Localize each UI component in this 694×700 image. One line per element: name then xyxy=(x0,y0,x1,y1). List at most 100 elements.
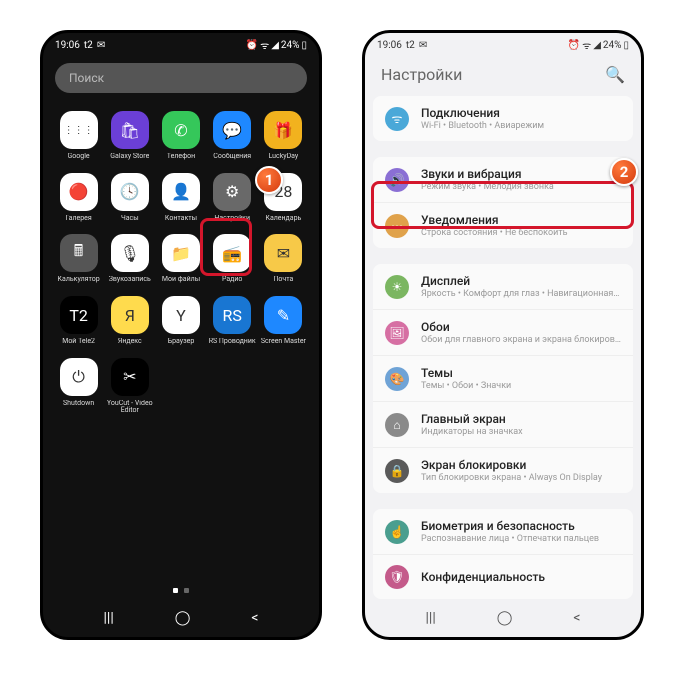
app-контакты[interactable]: 👤Контакты xyxy=(157,173,204,223)
callout-1: 1 xyxy=(255,166,283,194)
home-button[interactable]: ◯ xyxy=(175,610,191,626)
battery-icon: ▯ xyxy=(301,40,307,51)
app-icon: ✎ xyxy=(264,296,302,334)
settings-item-name: Обои xyxy=(421,320,621,334)
app-настройки[interactable]: ⚙Настройки xyxy=(209,173,256,223)
settings-item-name: Биометрия и безопасность xyxy=(421,519,621,533)
app-галерея[interactable]: 🔴 Галерея xyxy=(55,173,102,223)
app-label: Shutdown xyxy=(63,400,94,408)
search-icon[interactable]: 🔍 xyxy=(605,65,625,84)
alarm-icon: ⏰ xyxy=(568,40,580,51)
settings-item-sub: Распознавание лица • Отпечатки пальцев xyxy=(421,534,621,544)
settings-item-sub: Яркость • Комфорт для глаз • Навигационн… xyxy=(421,289,621,299)
app-icon: 🎙 xyxy=(111,234,149,272)
status-bar: 19:06 t2 ✉ ⏰ ᯤ ◢ 24% ▯ xyxy=(43,33,319,57)
settings-item-icon: 🔊 xyxy=(385,168,409,192)
app-icon: T2 xyxy=(60,296,98,334)
app-luckyday[interactable]: 🎁LuckyDay xyxy=(260,111,307,161)
app-браузер[interactable]: YБраузер xyxy=(157,296,204,346)
app-label: RS Проводник xyxy=(209,338,256,346)
wifi-icon: ᯤ xyxy=(582,38,591,52)
home-button[interactable]: ◯ xyxy=(497,610,513,626)
app-сообщения[interactable]: 💬Сообщения xyxy=(209,111,256,161)
app-icon: ✉ xyxy=(264,234,302,272)
app-youcut---video-editor[interactable]: ✂ YouCut - Video Editor xyxy=(106,358,153,415)
app-icon: 📻 xyxy=(213,234,251,272)
app-label: Мой Tele2 xyxy=(62,338,95,346)
app-icon: 💬 xyxy=(213,111,251,149)
settings-item-темы[interactable]: 🎨ТемыТемы • Обои • Значки xyxy=(373,355,633,401)
settings-header: Настройки 🔍 xyxy=(365,57,641,96)
app-icon: RS xyxy=(213,296,251,334)
app-label: Яндекс xyxy=(118,338,142,346)
app-label: Галерея xyxy=(65,215,91,223)
app-icon: 🕓 xyxy=(111,173,149,211)
app-телефон[interactable]: ✆Телефон xyxy=(157,111,204,161)
app-icon: 🖩 xyxy=(60,234,98,272)
app-icon: ⏻ xyxy=(60,358,98,396)
page-indicator xyxy=(43,588,319,593)
app-почта[interactable]: ✉Почта xyxy=(260,234,307,284)
settings-item-sub: Wi-Fi • Bluetooth • Авиарежим xyxy=(421,121,621,131)
app-калькулятор[interactable]: 🖩Калькулятор xyxy=(55,234,102,284)
app-google[interactable]: ⋮⋮⋮Google xyxy=(55,111,102,161)
app-мой-tele2[interactable]: T2 Мой Tele2 xyxy=(55,296,102,346)
app-icon: Я xyxy=(111,296,149,334)
settings-item-sub: Строка состояния • Не беспокоить xyxy=(421,228,621,238)
recents-button[interactable]: ||| xyxy=(103,610,113,626)
search-input[interactable]: Поиск xyxy=(55,63,307,93)
back-button[interactable]: < xyxy=(251,610,258,626)
settings-item-уведомления[interactable]: ⋯УведомленияСтрока состояния • Не беспок… xyxy=(373,202,633,248)
signal-icon: ◢ xyxy=(593,40,601,51)
app-label: Мои файлы xyxy=(162,276,200,284)
app-радио[interactable]: 📻Радио xyxy=(209,234,256,284)
app-мои-файлы[interactable]: 📁Мои файлы xyxy=(157,234,204,284)
dot xyxy=(184,588,189,593)
settings-item-name: Экран блокировки xyxy=(421,458,621,472)
app-часы[interactable]: 🕓Часы xyxy=(106,173,153,223)
phone-home-screen: 19:06 t2 ✉ ⏰ ᯤ ◢ 24% ▯ Поиск ⋮⋮⋮Google🛍 G… xyxy=(40,30,322,640)
status-time: 19:06 xyxy=(377,40,402,51)
settings-item-icon: 🎨 xyxy=(385,367,409,391)
app-icon: ✂ xyxy=(111,358,149,396)
app-rs-проводник[interactable]: RS RS Проводник xyxy=(209,296,256,346)
app-icon: Y xyxy=(162,296,200,334)
status-carrier: t2 xyxy=(84,40,93,51)
app-label: YouCut - Video Editor xyxy=(106,400,153,415)
settings-item-главный-экран[interactable]: ⌂Главный экранИндикаторы на значках xyxy=(373,401,633,447)
app-galaxy-store[interactable]: 🛍 Galaxy Store xyxy=(106,111,153,161)
settings-item-name: Дисплей xyxy=(421,274,621,288)
settings-item-конфиденциальность[interactable]: 🛡 Конфиденциальность xyxy=(373,554,633,599)
app-label: Контакты xyxy=(165,215,197,223)
settings-item-name: Конфиденциальность xyxy=(421,570,621,584)
app-яндекс[interactable]: Я Яндекс xyxy=(106,296,153,346)
app-icon: 🛍 xyxy=(111,111,149,149)
search-placeholder: Поиск xyxy=(69,71,104,85)
settings-item-sub: Индикаторы на значках xyxy=(421,427,621,437)
status-carrier: t2 xyxy=(406,40,415,51)
settings-item-обои[interactable]: 🖼ОбоиОбои для главного экрана и экрана б… xyxy=(373,309,633,355)
settings-item-icon: ☀ xyxy=(385,275,409,299)
app-звукозапись[interactable]: 🎙Звукозапись xyxy=(106,234,153,284)
settings-item-экран-блокировки[interactable]: 🔒Экран блокировкиТип блокировки экрана •… xyxy=(373,447,633,493)
settings-item-icon: 🛡 xyxy=(385,565,409,589)
settings-item-дисплей[interactable]: ☀ ДисплейЯркость • Комфорт для глаз • Нав… xyxy=(373,264,633,309)
message-icon: ✉ xyxy=(97,40,105,51)
app-screen-master[interactable]: ✎Screen Master xyxy=(260,296,307,346)
recents-button[interactable]: ||| xyxy=(425,610,435,626)
app-icon: ✆ xyxy=(162,111,200,149)
app-shutdown[interactable]: ⏻ Shutdown xyxy=(55,358,102,415)
app-label: Galaxy Store xyxy=(110,153,149,161)
settings-item-name: Подключения xyxy=(421,106,621,120)
settings-item-icon: ⌂ xyxy=(385,413,409,437)
app-icon: 🔴 xyxy=(60,173,98,211)
alarm-icon: ⏰ xyxy=(246,40,258,51)
back-button[interactable]: < xyxy=(573,610,580,626)
settings-item-sub: Обои для главного экрана и экрана блокир… xyxy=(421,335,621,345)
settings-item-sub: Темы • Обои • Значки xyxy=(421,381,621,391)
settings-item-звуки-и-вибрация[interactable]: 🔊Звуки и вибрацияРежим звука • Мелодия з… xyxy=(373,157,633,202)
settings-item-биометрия-и-безопасность[interactable]: ☝Биометрия и безопасностьРаспознавание л… xyxy=(373,509,633,554)
dot-active xyxy=(173,588,178,593)
settings-item-подключения[interactable]: ᯤПодключенияWi-Fi • Bluetooth • Авиарежи… xyxy=(373,96,633,141)
nav-bar: ||| ◯ < xyxy=(365,599,641,637)
